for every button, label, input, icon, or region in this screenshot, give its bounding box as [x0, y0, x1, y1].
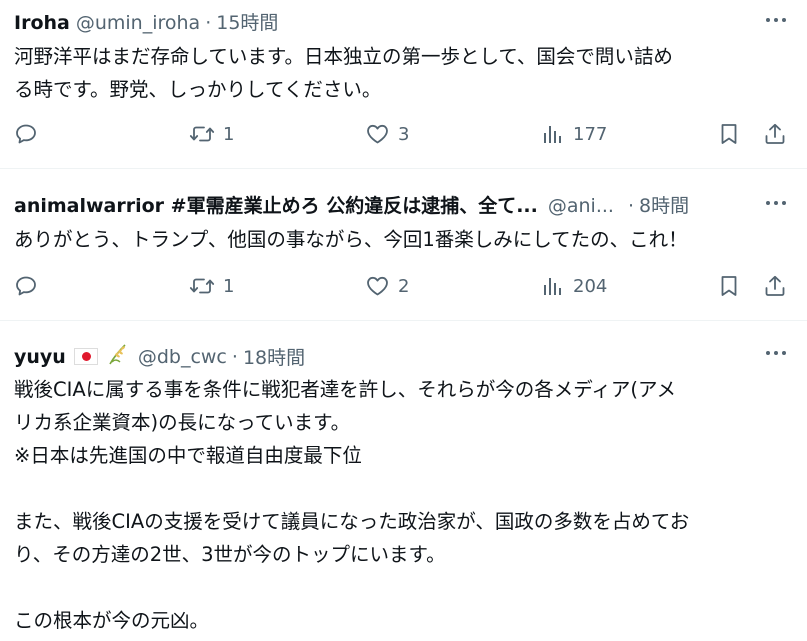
retweet-button[interactable]: 1 — [189, 271, 234, 301]
tweet-text-line: また、戦後CIAの支援を受けて議員になった政治家が、国政の多数を占めてお — [14, 510, 690, 533]
author-handle[interactable]: @umin_iroha — [76, 12, 200, 34]
reply-button[interactable] — [14, 119, 38, 149]
more-options-button[interactable] — [763, 193, 789, 213]
author-name[interactable]: Iroha — [14, 12, 70, 34]
retweet-icon — [189, 126, 215, 142]
like-button[interactable]: 2 — [365, 271, 409, 301]
author-name[interactable]: animalwarrior #軍需産業止めろ 公約違反は逮捕、全て... — [14, 191, 538, 218]
author-name[interactable]: yuyu — [14, 346, 66, 368]
tweet-text-line: ※日本は先進国の中で報道自由度最下位 — [14, 444, 362, 467]
retweet-button[interactable]: 1 — [189, 119, 234, 149]
retweet-count: 1 — [223, 275, 235, 297]
separator-dot: · — [205, 12, 212, 34]
heart-icon — [367, 276, 388, 296]
retweet-icon — [189, 278, 215, 294]
tweet-text: ありがとう、トランプ、他国の事ながら、今回1番楽しみにしてたの、これ！ — [14, 223, 794, 256]
tweet-text-line — [14, 472, 794, 505]
timestamp[interactable]: 18時間 — [243, 343, 305, 370]
like-button[interactable]: 3 — [365, 119, 409, 149]
tweet-text-line: 河野洋平はまだ存命しています。日本独立の第一歩として、国会で問い詰め — [14, 45, 673, 68]
tweet-text-line: る時です。野党、しっかりしてください。 — [14, 78, 382, 101]
tweet-text-line: リカ系企業資本)の長になっています。 — [14, 411, 351, 434]
tweet-actions: 1 3 177 — [0, 119, 807, 149]
more-horizontal-icon — [766, 18, 770, 22]
share-button[interactable] — [763, 271, 787, 301]
tweet-text-line: り、その方達の2世、3世が今のトップにいます。 — [14, 543, 446, 566]
timestamp[interactable]: 8時間 — [639, 191, 689, 218]
like-count: 3 — [398, 123, 410, 145]
heart-icon — [367, 124, 388, 144]
views-button[interactable]: 177 — [541, 119, 607, 149]
tweet-header: yuyu @db_cwc · 18時間 — [14, 343, 305, 370]
share-icon — [765, 123, 785, 144]
more-horizontal-icon — [766, 351, 770, 355]
bookmark-icon — [721, 276, 737, 296]
reply-button[interactable] — [14, 271, 38, 301]
share-button[interactable] — [763, 119, 787, 149]
tweet-text-line: 戦後CIAに属する事を条件に戦犯者達を許し、それらが今の各メディア(アメ — [14, 378, 676, 401]
tweet-animalwarrior[interactable]: animalwarrior #軍需産業止めろ 公約違反は逮捕、全て... @an… — [0, 169, 807, 320]
separator-dot: · — [231, 345, 238, 368]
timestamp[interactable]: 15時間 — [216, 8, 278, 35]
tweet-text-line: この根本が今の元凶。 — [14, 609, 210, 632]
more-options-button[interactable] — [763, 343, 789, 363]
japan-flag-icon — [73, 348, 98, 365]
bookmark-button[interactable] — [717, 271, 741, 301]
reply-icon — [16, 276, 36, 296]
like-count: 2 — [398, 275, 410, 297]
tweet-header: animalwarrior #軍需産業止めろ 公約違反は逮捕、全て... @an… — [14, 191, 689, 218]
tweet-header: Iroha @umin_iroha · 15時間 — [14, 8, 278, 35]
share-icon — [765, 275, 785, 296]
tweet-iroha[interactable]: Iroha @umin_iroha · 15時間 河野洋平はまだ存命しています。… — [0, 0, 807, 168]
reply-icon — [16, 124, 36, 144]
views-count: 177 — [573, 123, 608, 145]
tweet-text: 戦後CIAに属する事を条件に戦犯者達を許し、それらが今の各メディア(アメ リカ系… — [14, 373, 794, 637]
views-button[interactable]: 204 — [541, 271, 607, 301]
tweet-text-line — [14, 571, 794, 604]
rice-plant-icon — [106, 343, 128, 370]
retweet-count: 1 — [223, 123, 235, 145]
tweet-text-line: ありがとう、トランプ、他国の事ながら、今回1番楽しみにしてたの、これ！ — [14, 228, 688, 251]
bar-chart-icon — [544, 278, 561, 295]
views-count: 204 — [573, 275, 608, 297]
bookmark-button[interactable] — [717, 119, 741, 149]
author-handle[interactable]: @ani... — [548, 195, 614, 217]
more-horizontal-icon — [766, 201, 770, 205]
tweet-text: 河野洋平はまだ存命しています。日本独立の第一歩として、国会で問い詰め る時です。… — [14, 40, 794, 106]
more-options-button[interactable] — [763, 10, 789, 30]
author-handle[interactable]: @db_cwc — [138, 346, 227, 368]
separator-dot: · — [627, 195, 634, 217]
bar-chart-icon — [544, 126, 561, 143]
tweet-actions: 1 2 204 — [0, 271, 807, 301]
tweet-yuyu[interactable]: yuyu @db_cwc · 18時間 戦後CIAに属する事を条件に戦犯者達を許… — [0, 321, 807, 641]
bookmark-icon — [721, 124, 737, 144]
